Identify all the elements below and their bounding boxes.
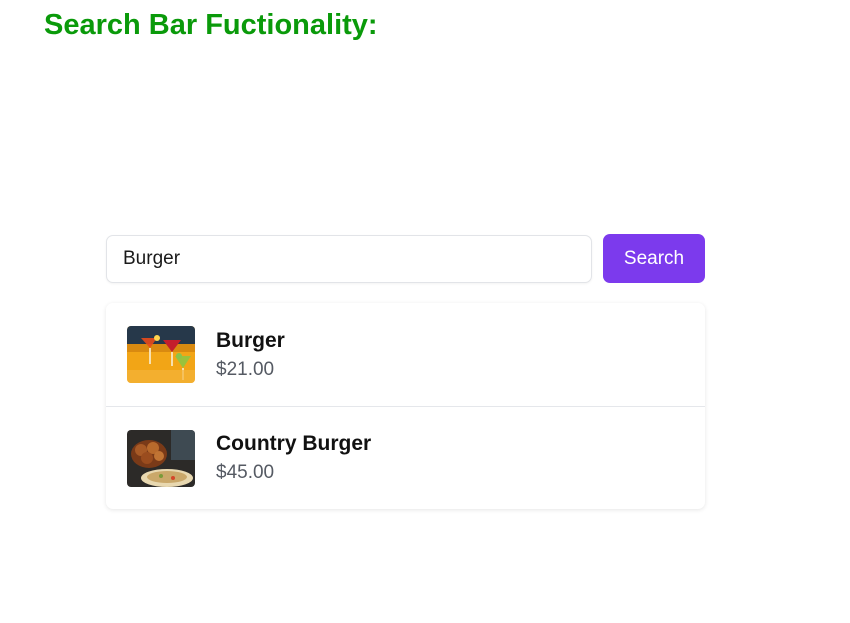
search-bar: Search [106, 234, 705, 283]
search-input[interactable] [106, 234, 592, 283]
cocktails-photo [127, 326, 195, 383]
result-item-price: $45.00 [216, 462, 275, 483]
result-item-price: $21.00 [216, 358, 275, 380]
result-item-name: Country Burger [216, 432, 372, 455]
page-title: Search Bar Fuctionality: [44, 9, 378, 41]
result-item-name: Burger [216, 328, 285, 352]
result-item-country-burger[interactable]: Country Burger $45.00 [106, 406, 705, 509]
search-results-list: Burger $21.00 Country Burger $45.00 [106, 303, 705, 509]
fried-food-photo [127, 429, 195, 487]
search-button[interactable]: Search [603, 234, 705, 283]
result-item-burger[interactable]: Burger $21.00 [106, 303, 705, 406]
